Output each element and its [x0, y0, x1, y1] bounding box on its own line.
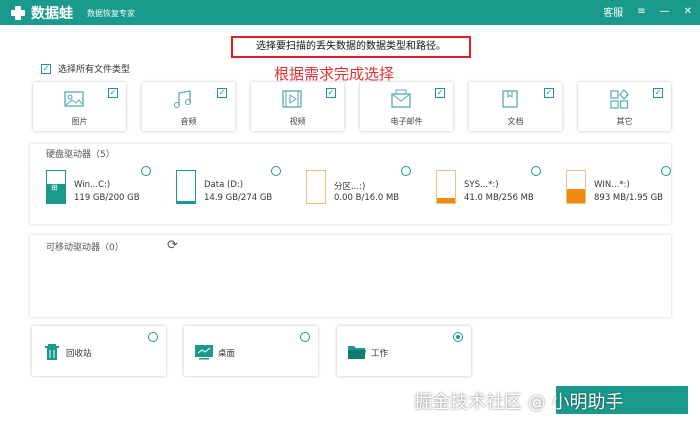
drive-usage-fill — [177, 201, 195, 203]
windows-icon: ⊞ — [51, 183, 58, 192]
mail-icon — [391, 89, 411, 108]
drive-radio[interactable] — [661, 166, 671, 176]
location-work[interactable]: 工作 — [337, 326, 471, 376]
drive-item[interactable]: Data (D:) 14.9 GB/274 GB — [162, 164, 290, 208]
video-icon — [282, 90, 302, 108]
drive-usage-fill — [437, 197, 455, 203]
drive-radio[interactable] — [141, 166, 151, 176]
type-card-audio[interactable]: ✓ 音频 — [142, 82, 235, 131]
close-icon[interactable]: ✕ — [684, 6, 692, 17]
drive-icon — [306, 170, 326, 204]
menu-icon[interactable]: ≡ — [637, 6, 645, 17]
drive-icon — [436, 170, 456, 204]
drive-icon — [566, 170, 586, 204]
type-label: 音频 — [180, 117, 197, 126]
drive-name: 分区...:) — [334, 182, 366, 192]
location-label: 工作 — [371, 349, 389, 359]
location-radio[interactable] — [148, 332, 158, 342]
other-icon — [610, 89, 629, 109]
drive-item[interactable]: ⊞ Win...C:) 119 GB/200 GB — [32, 164, 160, 208]
checkbox[interactable]: ✓ — [326, 88, 336, 98]
folder-icon — [348, 346, 366, 359]
app-subtitle: 数据恢复专家 — [87, 8, 135, 18]
type-label: 电子邮件 — [390, 117, 423, 126]
hard-drives-title: 硬盘驱动器（5） — [46, 150, 115, 160]
image-icon — [64, 91, 84, 107]
drive-usage-fill — [567, 188, 585, 203]
type-card-other[interactable]: ✓ 其它 — [578, 82, 671, 131]
checkbox[interactable]: ✓ — [108, 88, 118, 98]
select-all-label: 选择所有文件类型 — [58, 65, 131, 75]
type-card-image[interactable]: ✓ 图片 — [33, 82, 126, 131]
drive-name: SYS...*:) — [464, 180, 499, 190]
drive-radio[interactable] — [531, 166, 541, 176]
drive-name: Win...C:) — [74, 180, 111, 190]
annotation-text: 根据需求完成选择 — [274, 65, 395, 83]
type-card-document[interactable]: ✓ 文档 — [469, 82, 562, 131]
instruction-text: 选择要扫描的丢失数据的数据类型和路径。 — [231, 36, 471, 58]
type-label: 文档 — [507, 117, 524, 126]
drive-item[interactable]: 分区...:) 0.00 B/16.0 MB — [292, 164, 420, 208]
checkbox[interactable]: ✓ — [217, 88, 227, 98]
watermark-text: 掘金技术社区 @ 小明助手 — [414, 392, 624, 413]
recycle-bin-icon — [45, 344, 59, 360]
select-all-checkbox[interactable]: ✓ — [41, 63, 51, 74]
location-recycle-bin[interactable]: 回收站 — [32, 326, 166, 376]
document-icon — [502, 90, 518, 108]
drive-name: Data (D:) — [204, 180, 244, 190]
drive-item[interactable]: WIN...*:) 893 MB/1.95 GB — [552, 164, 680, 208]
removable-drives-panel: 可移动驱动器（0） ⟳ — [30, 235, 671, 317]
drive-size: 41.0 MB/256 MB — [464, 193, 534, 203]
drive-item[interactable]: SYS...*:) 41.0 MB/256 MB — [422, 164, 550, 208]
type-label: 视频 — [289, 117, 306, 126]
app-logo: 数据蛙 数据恢复专家 — [8, 3, 135, 23]
type-label: 其它 — [616, 117, 633, 126]
customer-service-button[interactable]: 客服 — [603, 4, 623, 19]
title-bar: 数据蛙 数据恢复专家 客服 ≡ — ✕ — [0, 0, 700, 25]
checkbox[interactable]: ✓ — [435, 88, 445, 98]
drive-name: WIN...*:) — [594, 180, 630, 190]
type-card-email[interactable]: ✓ 电子邮件 — [360, 82, 453, 131]
hard-drives-panel: 硬盘驱动器（5） ⊞ Win...C:) 119 GB/200 GB Data … — [30, 144, 671, 224]
location-desktop[interactable]: 桌面 — [184, 326, 318, 376]
drive-radio[interactable] — [271, 166, 281, 176]
minimize-icon[interactable]: — — [660, 6, 670, 17]
location-label: 桌面 — [218, 349, 236, 359]
music-icon — [174, 90, 191, 108]
drive-size: 893 MB/1.95 GB — [594, 193, 664, 203]
type-label: 图片 — [71, 117, 88, 126]
drive-icon: ⊞ — [46, 170, 66, 204]
drive-size: 14.9 GB/274 GB — [204, 193, 273, 203]
plus-logo-icon — [8, 4, 28, 22]
checkbox[interactable]: ✓ — [653, 88, 663, 98]
select-all-types[interactable]: ✓ 选择所有文件类型 — [41, 62, 130, 75]
removable-drives-title: 可移动驱动器（0） — [46, 243, 124, 253]
refresh-icon[interactable]: ⟳ — [167, 239, 178, 252]
location-radio[interactable] — [453, 332, 463, 342]
checkbox[interactable]: ✓ — [544, 88, 554, 98]
drive-size: 119 GB/200 GB — [74, 193, 140, 203]
app-name: 数据蛙 — [31, 6, 73, 22]
desktop-icon — [195, 345, 213, 360]
drive-icon — [176, 170, 196, 204]
drive-size: 0.00 B/16.0 MB — [334, 193, 400, 203]
location-radio[interactable] — [300, 332, 310, 342]
drive-radio[interactable] — [401, 166, 411, 176]
type-card-video[interactable]: ✓ 视频 — [251, 82, 344, 131]
location-label: 回收站 — [66, 349, 92, 359]
